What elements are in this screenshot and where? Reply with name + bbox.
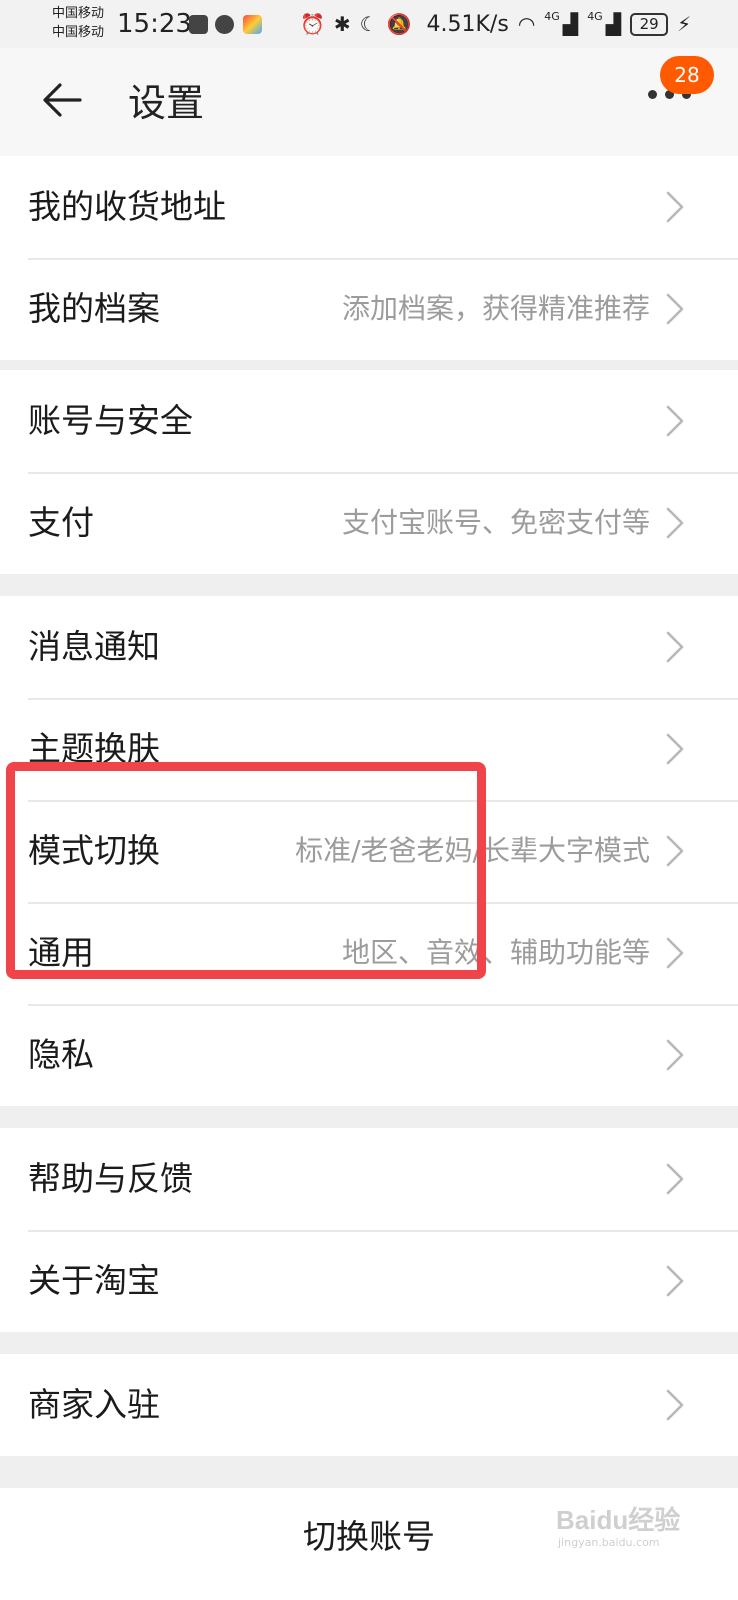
setting-row-account-security[interactable]: 账号与安全: [0, 370, 738, 472]
bluetooth-icon: ✱: [333, 12, 351, 36]
settings-group-help: 帮助与反馈 关于淘宝: [0, 1128, 738, 1332]
carrier-1: 中国移动: [52, 6, 105, 21]
setting-row-shipping-address[interactable]: 我的收货地址: [0, 156, 738, 258]
mute-bell-icon: 🔕: [386, 12, 412, 36]
wifi-icon: ◠: [517, 12, 536, 36]
alarm-icon: ⏰: [300, 12, 325, 36]
setting-label: 消息通知: [28, 627, 160, 666]
signal-1-icon: ▟: [562, 12, 579, 36]
setting-row-payment[interactable]: 支付 支付宝账号、免密支付等: [0, 472, 738, 574]
setting-row-notifications[interactable]: 消息通知: [0, 596, 738, 698]
setting-row-merchant-join[interactable]: 商家入驻: [0, 1354, 738, 1456]
chevron-right-icon: [666, 631, 684, 663]
chevron-right-icon: [666, 1265, 684, 1297]
setting-row-help-feedback[interactable]: 帮助与反馈: [0, 1128, 738, 1230]
back-arrow-icon[interactable]: [40, 78, 84, 122]
chevron-right-icon: [666, 1163, 684, 1195]
setting-row-about-taobao[interactable]: 关于淘宝: [0, 1230, 738, 1332]
setting-label: 支付: [28, 503, 94, 542]
setting-label: 我的收货地址: [28, 187, 226, 226]
setting-label: 隐私: [28, 1035, 94, 1074]
baidu-watermark: Baidu经验: [556, 1505, 681, 1535]
carrier-labels: 中国移动 中国移动: [52, 4, 104, 42]
page-title: 设置: [128, 81, 205, 125]
chevron-right-icon: [666, 507, 684, 539]
chevron-right-icon: [666, 733, 684, 765]
settings-group-account: 账号与安全 支付 支付宝账号、免密支付等: [0, 370, 738, 574]
settings-group-merchant: 商家入驻: [0, 1354, 738, 1456]
app-notification-icon: [243, 15, 262, 34]
status-bar: 中国移动 中国移动 15:23 ⏰ ✱ ☾ 🔕 4.51K/s ◠ 4G ▟ 4…: [0, 0, 738, 48]
signal-label-1: 4G: [544, 9, 560, 23]
setting-label: 帮助与反馈: [28, 1159, 193, 1198]
status-icons: ⏰ ✱ ☾ 🔕 4.51K/s ◠ 4G ▟ 4G ▟ 29 ⚡: [300, 9, 691, 39]
chevron-right-icon: [666, 937, 684, 969]
chevron-right-icon: [666, 1389, 684, 1421]
carrier-2: 中国移动: [52, 25, 105, 40]
charging-icon: ⚡: [677, 12, 692, 36]
clock: 15:23: [117, 9, 192, 39]
chevron-right-icon: [666, 1039, 684, 1071]
chevron-right-icon: [666, 191, 684, 223]
setting-label: 关于淘宝: [28, 1261, 160, 1300]
baidu-watermark-url: jingyan.baidu.com: [558, 1536, 660, 1549]
chevron-right-icon: [666, 293, 684, 325]
wechat-icon: [215, 15, 234, 34]
setting-label: 我的档案: [28, 289, 160, 328]
setting-hint: 支付宝账号、免密支付等: [341, 506, 650, 539]
signal-label-2: 4G: [587, 9, 603, 23]
battery-icon: 29: [630, 12, 669, 36]
signal-2-icon: ▟: [605, 12, 622, 36]
highlight-annotation-box: [6, 762, 486, 979]
chevron-right-icon: [666, 405, 684, 437]
nav-header: 设置: [0, 48, 738, 156]
notification-badge: 28: [660, 56, 714, 94]
setting-row-my-profile[interactable]: 我的档案 添加档案，获得精准推荐: [0, 258, 738, 360]
net-speed: 4.51K/s: [426, 11, 509, 37]
moon-icon: ☾: [359, 12, 378, 36]
setting-label: 账号与安全: [28, 401, 193, 440]
setting-hint: 添加档案，获得精准推荐: [341, 292, 650, 325]
settings-group-address: 我的收货地址 我的档案 添加档案，获得精准推荐: [0, 156, 738, 360]
huawei-app-icon: [189, 15, 208, 34]
chevron-right-icon: [666, 835, 684, 867]
setting-row-privacy[interactable]: 隐私: [0, 1004, 738, 1106]
setting-label: 商家入驻: [28, 1385, 160, 1424]
